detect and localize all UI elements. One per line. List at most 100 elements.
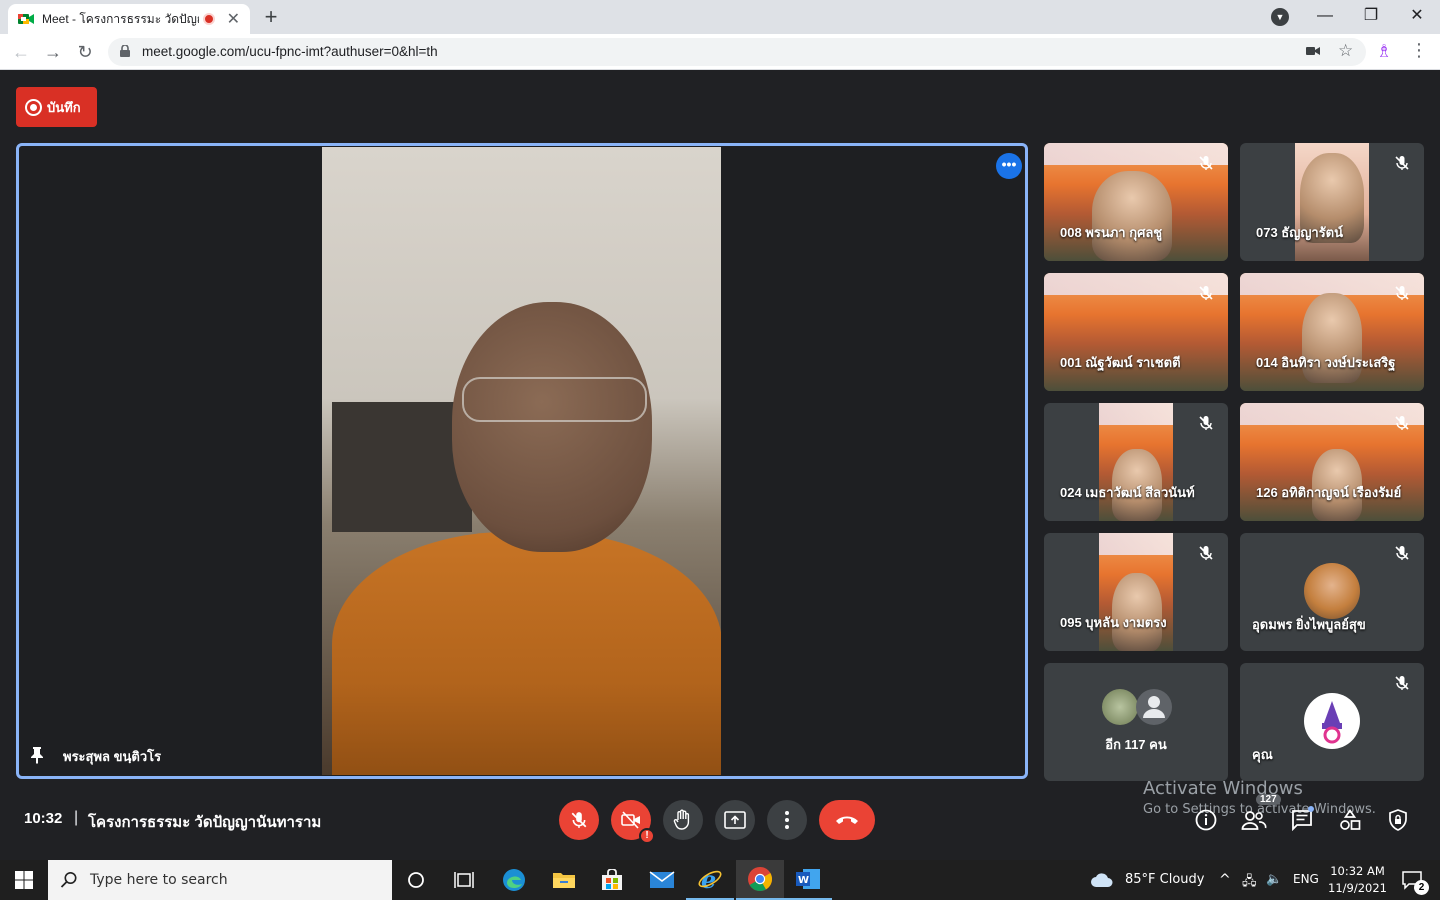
taskbar-mail[interactable] (638, 860, 686, 900)
bookmark-star-icon[interactable]: ☆ (1338, 41, 1353, 61)
people-count-badge: 127 (1256, 794, 1281, 805)
browser-toolbar: ← → ↻ meet.google.com/ucu-fpnc-imt?authu… (0, 34, 1440, 70)
people-button[interactable] (1240, 806, 1268, 834)
mic-off-icon (1395, 286, 1409, 300)
taskbar-clock[interactable]: 10:32 AM 11/9/2021 (1328, 863, 1387, 897)
microphone-toggle-button[interactable] (559, 800, 599, 840)
participant-tile[interactable]: 014 อินทิรา วงษ์ประเสริฐ (1240, 273, 1424, 391)
address-bar[interactable]: meet.google.com/ucu-fpnc-imt?authuser=0&… (108, 38, 1366, 66)
meeting-details-button[interactable] (1192, 806, 1220, 834)
taskbar-time: 10:32 AM (1330, 864, 1385, 878)
reload-icon[interactable]: ↻ (72, 39, 98, 65)
pin-icon (31, 747, 43, 764)
avatar (1102, 689, 1138, 725)
host-controls-button[interactable] (1384, 806, 1412, 834)
window-close-button[interactable]: ✕ (1394, 2, 1440, 30)
taskbar-edge[interactable] (490, 860, 538, 900)
taskbar-internet-explorer[interactable]: e (686, 860, 734, 900)
default-avatar-icon (1136, 689, 1172, 725)
mic-off-icon (1395, 676, 1409, 690)
tab-title: Meet - โครงการธรรมะ วัดปัญญา (42, 11, 199, 26)
participant-name: 024 เมธาวัฒน์ สีลวนันท์ (1060, 485, 1195, 500)
folder-icon (553, 873, 575, 888)
window-minimize-button[interactable]: — (1302, 2, 1348, 30)
network-icon[interactable]: 🖧 (1242, 872, 1257, 894)
hang-up-icon (836, 816, 858, 824)
lock-icon (120, 45, 130, 57)
avatar (1304, 563, 1360, 619)
participant-tile[interactable]: 008 พรนภา กุศลชู (1044, 143, 1228, 261)
participant-name: 001 ณัฐวัฒน์ ราเชตตี (1060, 355, 1181, 370)
task-view-button[interactable] (440, 860, 488, 900)
taskbar-date: 11/9/2021 (1328, 881, 1387, 895)
tile-more-options-button[interactable]: ••• (996, 153, 1022, 179)
volume-icon[interactable]: 🔈 (1266, 872, 1282, 887)
participant-tile[interactable]: อุดมพร ยิ่งไพบูลย์สุข (1240, 533, 1424, 651)
self-avatar-logo-icon (1304, 693, 1360, 749)
record-icon (25, 98, 42, 116)
mic-off-icon (571, 812, 587, 828)
browser-tab-meet[interactable]: Meet - โครงการธรรมะ วัดปัญญา ✕ (8, 4, 250, 34)
action-center-button[interactable]: 2 (1392, 860, 1432, 900)
record-label: บันทึก (47, 99, 81, 115)
present-screen-button[interactable] (715, 800, 755, 840)
leave-call-button[interactable] (819, 800, 875, 840)
edge-icon (503, 869, 525, 891)
participant-tile[interactable]: 001 ณัฐวัฒน์ ราเชตตี (1044, 273, 1228, 391)
meeting-title: โครงการธรรมะ วัดปัญญานันทาราม (88, 814, 322, 831)
participant-tile[interactable]: 024 เมธาวัฒน์ สีลวนันท์ (1044, 403, 1228, 521)
taskbar-chrome[interactable] (736, 860, 784, 900)
participant-tile[interactable]: 073 ธัญญารัตน์ (1240, 143, 1424, 261)
activities-button[interactable] (1336, 806, 1364, 834)
others-tile[interactable]: อีก 117 คน (1044, 663, 1228, 781)
speaker-glasses (462, 377, 647, 422)
self-tile[interactable]: คุณ (1240, 663, 1424, 781)
more-vert-icon (785, 811, 789, 829)
cortana-circle-icon (408, 872, 424, 888)
main-video-feed (322, 147, 721, 775)
participant-name: 073 ธัญญารัตน์ (1256, 225, 1344, 240)
start-button[interactable] (0, 860, 48, 900)
participant-name: 014 อินทิรา วงษ์ประเสริฐ (1256, 355, 1396, 370)
tab-close-icon[interactable]: ✕ (227, 9, 240, 29)
camera-in-use-icon[interactable] (1306, 45, 1320, 57)
search-icon (60, 872, 77, 888)
speaker-head (452, 302, 652, 552)
browser-menu-icon[interactable]: ⋮ (1410, 40, 1428, 61)
divider: | (74, 809, 79, 826)
participant-tile[interactable]: 095 บุหลัน งามตรง (1044, 533, 1228, 651)
store-bag-icon (602, 869, 622, 890)
mic-off-icon (1199, 416, 1213, 430)
weather-text[interactable]: 85°F Cloudy (1125, 872, 1204, 887)
taskbar-search-box[interactable]: Type here to search (48, 860, 392, 900)
svg-text:e: e (701, 866, 716, 892)
cortana-button[interactable] (392, 860, 440, 900)
tab-search-icon[interactable]: ▼ (1271, 8, 1289, 26)
notification-count: 2 (1414, 880, 1429, 895)
taskbar-file-explorer[interactable] (540, 860, 588, 900)
forward-arrow-icon[interactable]: → (40, 39, 66, 65)
camera-warning-badge: ! (639, 828, 655, 844)
participant-tile[interactable]: 126 อทิติกาญจน์ เรืองรัมย์ (1240, 403, 1424, 521)
extension-logo-icon[interactable]: ♗ (1376, 41, 1392, 62)
participant-name: 008 พรนภา กุศลชู (1060, 225, 1163, 240)
main-video-tile[interactable]: พระสุพล ขนฺติวโร ••• (16, 143, 1028, 779)
new-tab-button[interactable]: + (258, 4, 284, 30)
chat-button[interactable] (1288, 806, 1316, 834)
mic-off-icon (1199, 156, 1213, 170)
input-language[interactable]: ENG (1293, 872, 1319, 886)
taskbar-store[interactable] (588, 860, 636, 900)
shield-lock-icon (1389, 809, 1407, 831)
tray-overflow-chevron-icon[interactable]: ^ (1219, 872, 1231, 888)
camera-toggle-button[interactable]: ! (611, 800, 655, 844)
word-icon: W (796, 869, 820, 889)
more-options-button[interactable] (767, 800, 807, 840)
weather-widget[interactable] (1082, 860, 1122, 900)
participant-name: 126 อทิติกาญจน์ เรืองรัมย์ (1256, 485, 1402, 500)
record-button[interactable]: บันทึก (16, 87, 97, 127)
window-restore-button[interactable]: ❐ (1348, 2, 1394, 30)
speaker-robe (332, 532, 721, 775)
raise-hand-button[interactable] (663, 800, 703, 840)
back-arrow-icon[interactable]: ← (8, 39, 34, 65)
taskbar-word[interactable]: W (784, 860, 832, 900)
